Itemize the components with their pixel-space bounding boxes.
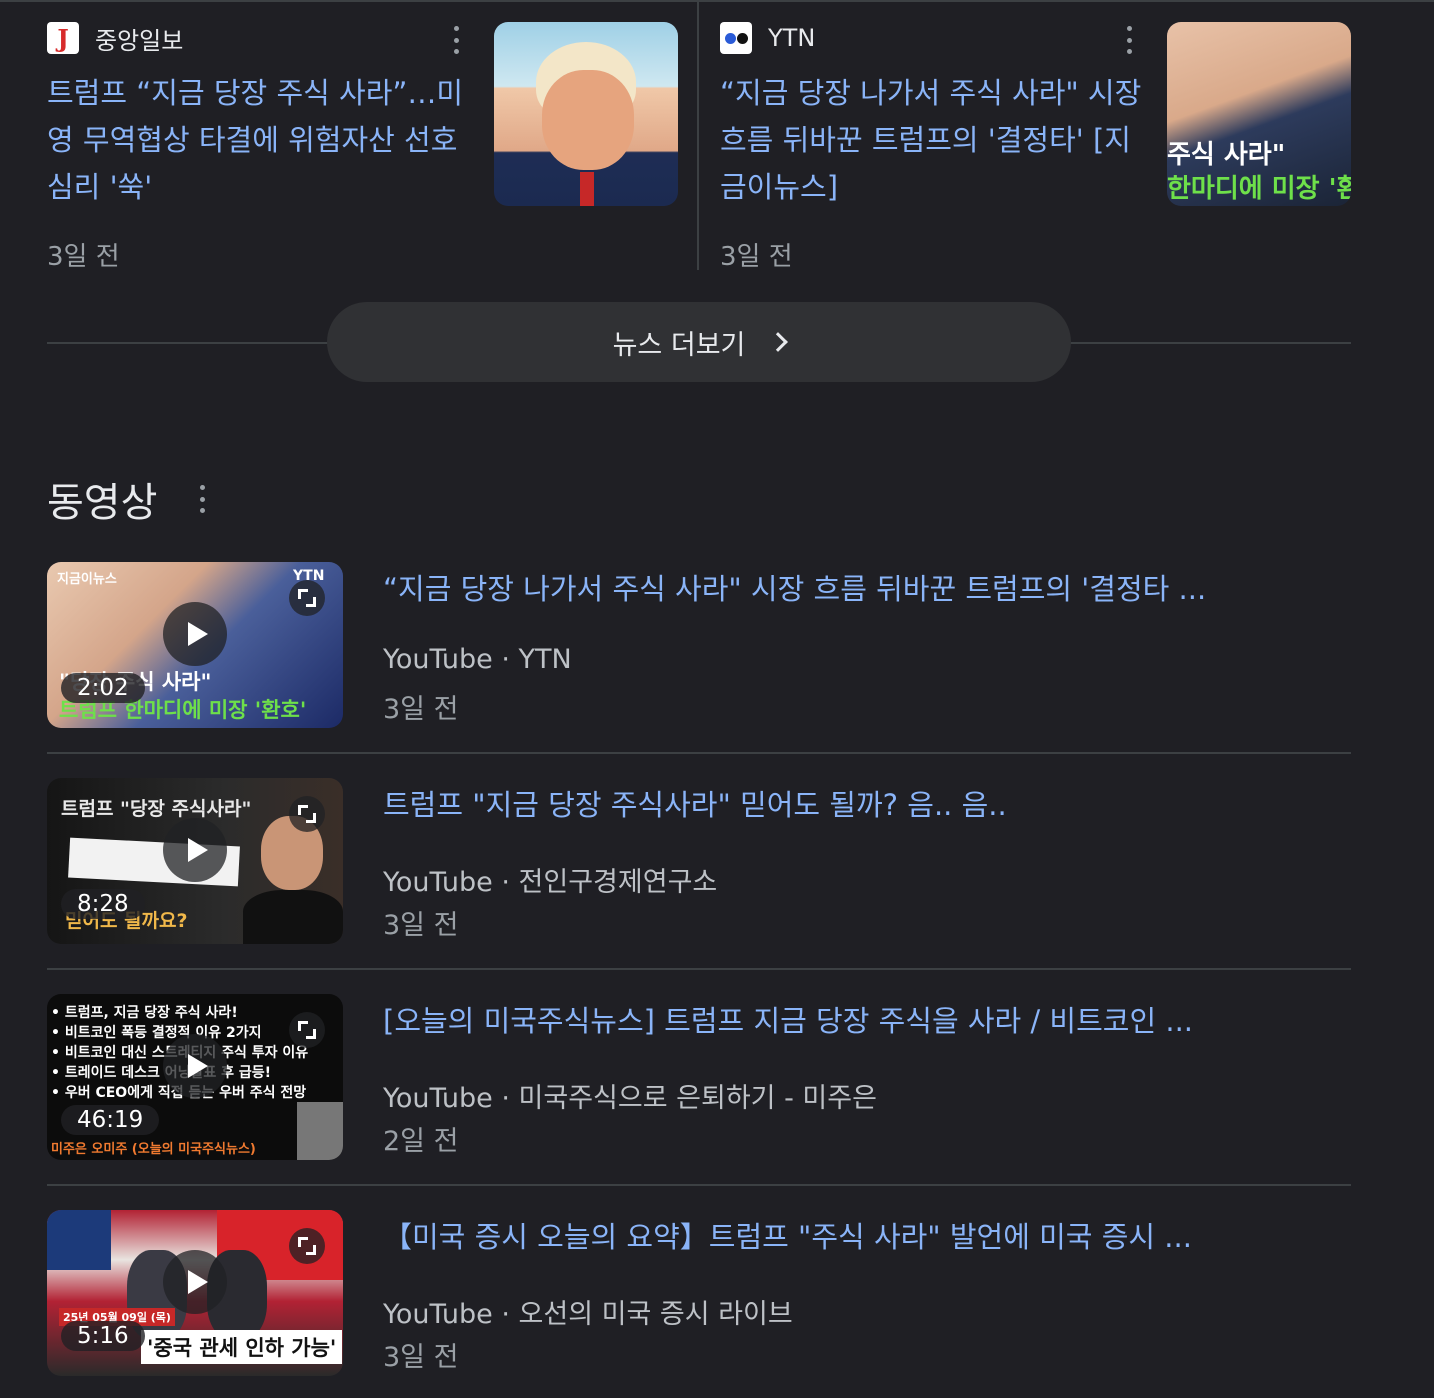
thumbnail-caption: 주식 사라" [1167, 140, 1286, 170]
video-thumbnail[interactable]: 트럼프 "당장 주식사라" 믿어도 될까요? 8:28 [47, 778, 343, 944]
news-thumbnail[interactable] [494, 22, 678, 206]
news-title-line: 심리 '쑥' [47, 170, 153, 204]
thumbnail-person-shape [243, 890, 343, 944]
expand-icon[interactable] [289, 1228, 325, 1264]
news-title-line: 영 무역협상 타결에 위험자산 선호 [47, 123, 458, 157]
thumbnail-caption: 한마디에 미장 '환 [1167, 174, 1351, 204]
video-title-link[interactable]: [오늘의 미국주식뉴스] 트럼프 지금 당장 주식을 사라 / 비트코인 ... [383, 998, 1193, 1040]
play-icon[interactable] [163, 1250, 227, 1314]
chevron-right-icon [768, 332, 789, 352]
video-title-link[interactable]: 【미국 증시 오늘의 요약】트럼프 "주식 사라" 발언에 미국 증시 ... [383, 1214, 1192, 1256]
video-thumbnail[interactable]: • 트럼프, 지금 당장 주식 사라! • 비트코인 폭등 결정적 이유 2가지… [47, 994, 343, 1160]
video-result[interactable]: 트럼프 "당장 주식사라" 믿어도 될까요? 8:28 트럼프 "지금 당장 주… [47, 778, 1351, 944]
expand-icon[interactable] [289, 580, 325, 616]
thumbnail-caption: '중국 관세 인하 가능' [141, 1330, 343, 1364]
news-source-name: YTN [768, 24, 816, 52]
news-card-joongang[interactable]: J 중앙일보 트럼프 “지금 당장 주식 사라”…미 영 무역협상 타결에 위험… [47, 0, 697, 272]
news-thumbnail[interactable]: 주식 사라" 한마디에 미장 '환 [1167, 22, 1351, 206]
news-title-line: 금이뉴스] [720, 170, 839, 204]
thumbnail-person-shape [297, 1102, 343, 1160]
thumbnail-flag-shape [47, 1210, 111, 1270]
video-time: 2일 전 [383, 1126, 459, 1157]
video-thumbnail[interactable]: 지금이뉴스 YTN "당장 주식 사라" 트럼프 한마디에 미장 '환호' 2:… [47, 562, 343, 728]
video-thumbnail[interactable]: 25년 05월 09일 (목) '중국 관세 인하 가능' 5:16 [47, 1210, 343, 1376]
more-news-button[interactable]: 뉴스 더보기 [327, 302, 1071, 382]
video-divider [47, 752, 1351, 754]
news-title-line: 트럼프 “지금 당장 주식 사라”…미 [47, 76, 464, 110]
video-meta: YouTube · 미국주식으로 은퇴하기 - 미주은 [383, 1083, 877, 1114]
video-title-link[interactable]: 트럼프 "지금 당장 주식사라" 믿어도 될까? 음.. 음.. [383, 782, 1007, 824]
video-time: 3일 전 [383, 1342, 459, 1373]
thumbnail-caption: • 트럼프, 지금 당장 주식 사라! [51, 1005, 238, 1021]
video-duration: 8:28 [61, 889, 145, 919]
expand-icon[interactable] [289, 1012, 325, 1048]
video-duration: 2:02 [61, 673, 145, 703]
news-row: J 중앙일보 트럼프 “지금 당장 주식 사라”…미 영 무역협상 타결에 위험… [47, 0, 1351, 272]
news-source: YTN [720, 22, 815, 54]
thumbnail-tie-shape [580, 172, 594, 206]
video-duration: 5:16 [61, 1321, 145, 1351]
video-meta: YouTube · YTN [383, 644, 572, 675]
video-divider [47, 968, 1351, 970]
thumbnail-caption: 트럼프 "당장 주식사라" [61, 798, 252, 820]
video-duration: 46:19 [61, 1105, 160, 1135]
more-options-icon[interactable] [1125, 26, 1133, 54]
thumbnail-face-shape [542, 70, 634, 170]
section-options-icon[interactable] [198, 485, 206, 513]
video-time: 3일 전 [383, 694, 459, 725]
video-result[interactable]: 지금이뉴스 YTN "당장 주식 사라" 트럼프 한마디에 미장 '환호' 2:… [47, 562, 1351, 728]
video-result[interactable]: • 트럼프, 지금 당장 주식 사라! • 비트코인 폭등 결정적 이유 2가지… [47, 994, 1351, 1160]
play-icon[interactable] [163, 1034, 227, 1098]
news-title-link[interactable]: “지금 당장 나가서 주식 사라" 시장 흐름 뒤바꾼 트럼프의 '결정타' [… [720, 70, 1141, 211]
play-icon[interactable] [163, 602, 227, 666]
news-title-line: 흐름 뒤바꾼 트럼프의 '결정타' [지 [720, 123, 1131, 157]
news-card-ytn[interactable]: YTN “지금 당장 나가서 주식 사라" 시장 흐름 뒤바꾼 트럼프의 '결정… [720, 0, 1351, 272]
video-title-link[interactable]: “지금 당장 나가서 주식 사라" 시장 흐름 뒤바꾼 트럼프의 '결정타 ..… [383, 566, 1206, 608]
video-meta: YouTube · 오선의 미국 증시 라이브 [383, 1299, 793, 1330]
news-divider [697, 0, 699, 270]
video-meta: YouTube · 전인구경제연구소 [383, 867, 718, 898]
video-divider [47, 1184, 1351, 1186]
play-icon[interactable] [163, 818, 227, 882]
thumbnail-caption: • 트레이드 데스크 어닝발표 후 급등! [51, 1065, 272, 1081]
news-source: J 중앙일보 [47, 22, 184, 55]
video-result[interactable]: 25년 05월 09일 (목) '중국 관세 인하 가능' 5:16 【미국 증… [47, 1210, 1351, 1376]
thumbnail-caption: 미주은 오미주 (오늘의 미국주식뉴스) [51, 1142, 256, 1157]
news-time: 3일 전 [47, 242, 120, 272]
joongang-logo-icon: J [47, 22, 79, 54]
more-options-icon[interactable] [452, 26, 460, 54]
news-title-link[interactable]: 트럼프 “지금 당장 주식 사라”…미 영 무역협상 타결에 위험자산 선호 심… [47, 70, 463, 211]
news-time: 3일 전 [720, 242, 793, 272]
expand-icon[interactable] [289, 796, 325, 832]
section-title: 동영상 [47, 480, 158, 526]
more-news-label: 뉴스 더보기 [612, 329, 746, 361]
news-title-line: “지금 당장 나가서 주식 사라" 시장 [720, 76, 1142, 110]
thumbnail-caption: • 비트코인 폭등 결정적 이유 2가지 [51, 1025, 262, 1041]
news-source-name: 중앙일보 [95, 26, 184, 55]
video-time: 3일 전 [383, 910, 459, 941]
thumbnail-caption: 지금이뉴스 [57, 572, 117, 587]
ytn-logo-icon [720, 22, 752, 54]
